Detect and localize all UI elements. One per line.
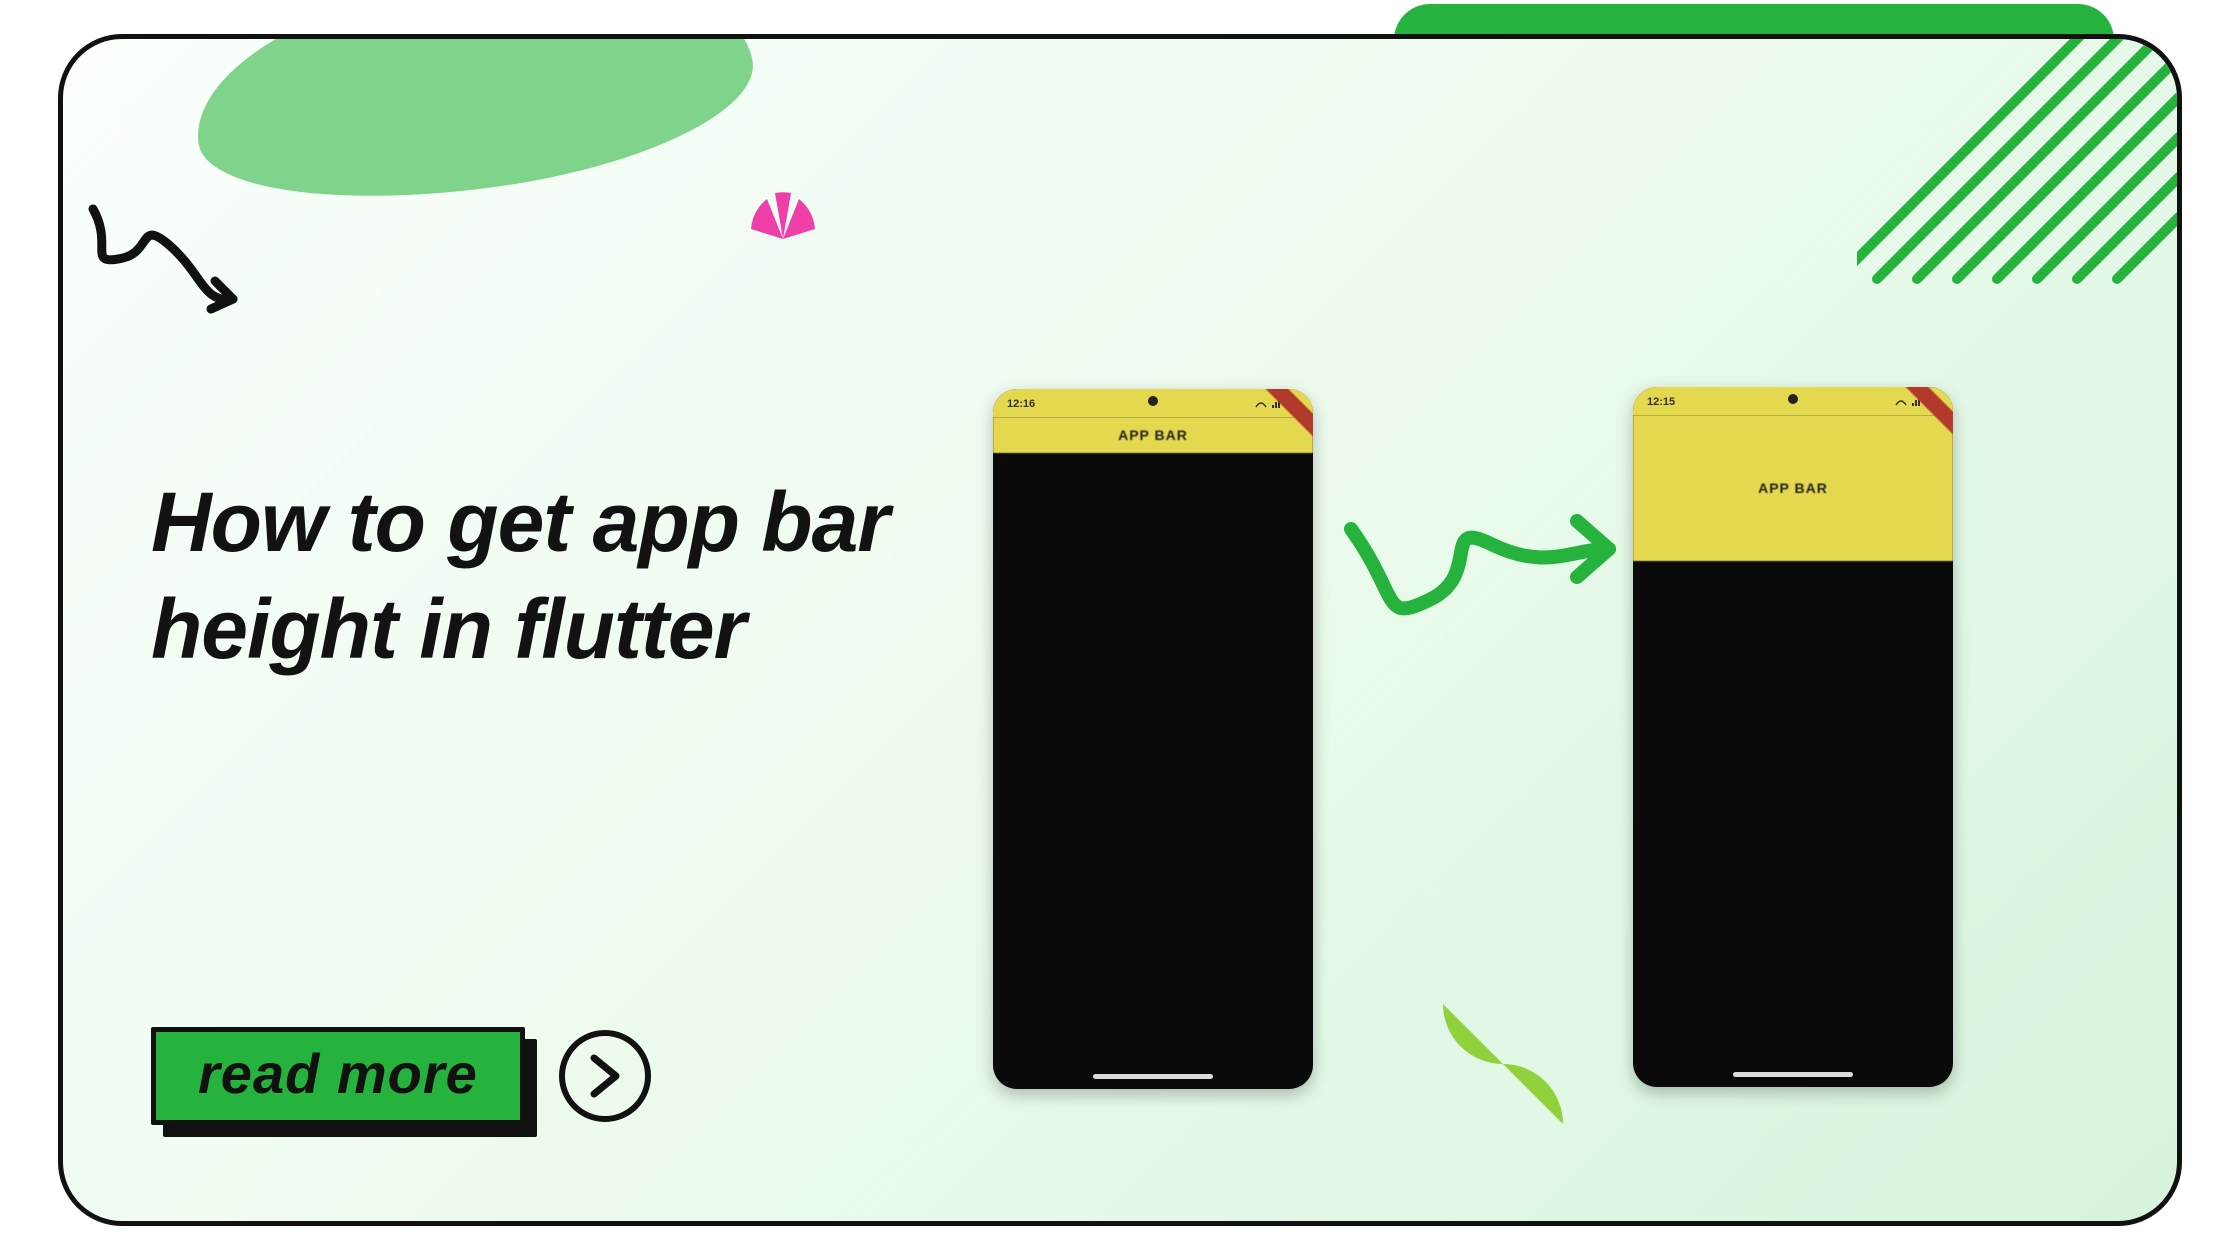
decor-bowtie-icon [1423, 989, 1583, 1139]
home-indicator [1733, 1072, 1853, 1077]
status-time: 12:16 [1007, 398, 1035, 410]
read-more-button[interactable]: read more [151, 1027, 525, 1125]
banner-card: How to get app bar height in flutter rea… [58, 34, 2182, 1226]
headline: How to get app bar height in flutter [151, 469, 891, 682]
phone-mockup-tall-appbar: 12:15 APP BAR [1633, 387, 1953, 1087]
appbar-title: APP BAR [1758, 480, 1828, 496]
status-time: 12:15 [1647, 396, 1675, 408]
decor-transition-arrow [1341, 489, 1631, 629]
chevron-right-icon [588, 1054, 622, 1098]
decor-fan-icon [743, 189, 823, 241]
debug-ribbon [1257, 389, 1313, 445]
appbar-title: APP BAR [1118, 427, 1188, 443]
phone-mockup-small-appbar: 12:16 APP BAR [993, 389, 1313, 1089]
next-button[interactable] [559, 1030, 651, 1122]
home-indicator [1093, 1074, 1213, 1079]
decor-blob [181, 34, 765, 227]
debug-ribbon [1897, 387, 1953, 443]
cta-group: read more [151, 1027, 651, 1125]
read-more-label: read more [151, 1027, 525, 1125]
decor-swirl-arrow [83, 189, 263, 319]
decor-hatch-lines [1857, 34, 2182, 299]
stage: How to get app bar height in flutter rea… [0, 0, 2240, 1260]
